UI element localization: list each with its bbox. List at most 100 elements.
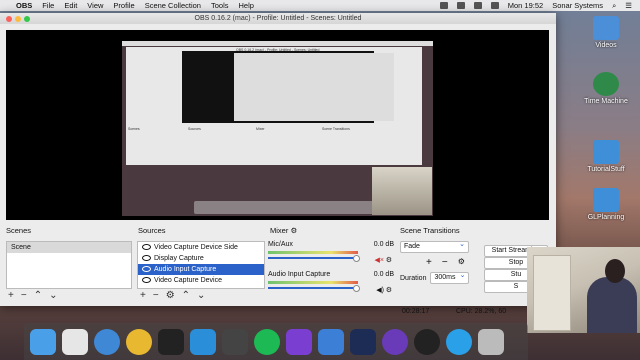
- scene-down-icon[interactable]: ⌄: [49, 290, 57, 302]
- wifi-icon[interactable]: [456, 2, 465, 9]
- slider-handle[interactable]: [353, 285, 360, 292]
- remove-source-icon[interactable]: −: [153, 290, 159, 302]
- source-item-video-capture-side[interactable]: Video Capture Device Side: [138, 242, 264, 253]
- scenes-list[interactable]: Scene: [6, 241, 132, 289]
- source-label: Video Capture Device Side: [154, 244, 238, 251]
- obs-window: OBS 0.16.2 (mac) - Profile: Untitled - S…: [0, 13, 556, 315]
- add-transition-icon[interactable]: +: [426, 257, 432, 268]
- channel-gear-icon[interactable]: ⚙: [386, 256, 392, 264]
- mixer-channel-header: Audio Input Capture 0.0 dB: [268, 271, 394, 278]
- eye-icon[interactable]: [142, 277, 151, 284]
- preview-desktop: OBS 0.16.2 (mac) - Profile: Untitled - S…: [122, 41, 433, 216]
- source-settings-gear-icon[interactable]: ⚙: [166, 290, 175, 302]
- webcam-door: [533, 255, 571, 331]
- volume-meter: [268, 281, 358, 284]
- transitions-panel: Fade + − ⚙ Duration 300ms: [400, 240, 480, 284]
- speaker-icon[interactable]: ◀): [376, 286, 384, 294]
- desktop-icon-tutorialstuff[interactable]: TutorialStuff: [576, 140, 636, 173]
- scenes-toolbar: + − ⌃ ⌄: [8, 290, 57, 302]
- add-source-icon[interactable]: +: [140, 290, 146, 302]
- menu-file[interactable]: File: [42, 1, 54, 10]
- eye-icon[interactable]: [142, 266, 151, 273]
- volume-slider[interactable]: [268, 285, 360, 292]
- source-label: Display Capture: [154, 255, 204, 262]
- safari-icon[interactable]: [94, 328, 120, 355]
- webcam-person: [587, 277, 637, 333]
- finder-icon[interactable]: [30, 328, 56, 355]
- github-icon[interactable]: [382, 328, 408, 355]
- scenes-title: Scenes: [6, 226, 32, 235]
- menu-help[interactable]: Help: [239, 1, 254, 10]
- status-icon[interactable]: [439, 2, 448, 9]
- transition-gear-icon[interactable]: ⚙: [458, 257, 465, 268]
- sources-toolbar: + − ⚙ ⌃ ⌄: [140, 290, 205, 302]
- imovie-icon[interactable]: [286, 328, 312, 355]
- desktop-icon-glplanning[interactable]: GLPlanning: [576, 188, 636, 221]
- app-menu[interactable]: OBS: [16, 1, 32, 10]
- source-item-display-capture[interactable]: Display Capture: [138, 253, 264, 264]
- trash-icon[interactable]: [478, 328, 504, 355]
- app-icon[interactable]: [190, 328, 216, 355]
- battery-icon[interactable]: [490, 2, 499, 9]
- remove-scene-icon[interactable]: −: [21, 290, 27, 302]
- source-item-audio-input[interactable]: Audio Input Capture: [138, 264, 264, 275]
- source-item-video-capture[interactable]: Video Capture Device: [138, 275, 264, 286]
- calendar-icon[interactable]: [222, 328, 248, 355]
- duration-field[interactable]: 300ms: [430, 271, 470, 284]
- menu-scene-collection[interactable]: Scene Collection: [145, 1, 201, 10]
- eye-icon[interactable]: [142, 244, 151, 251]
- sources-list[interactable]: Video Capture Device Side Display Captur…: [137, 241, 265, 289]
- preview-nested-mixer: Mixer: [256, 127, 265, 131]
- mixer-title: Mixer ⚙: [270, 226, 297, 235]
- preview-webcam: [372, 167, 432, 215]
- speaker-icon[interactable]: ◀×: [375, 256, 384, 264]
- chrome-icon[interactable]: [126, 328, 152, 355]
- photoshop-icon[interactable]: [350, 328, 376, 355]
- desktop-icon-label: GLPlanning: [587, 214, 625, 221]
- desktop-icon-time-machine[interactable]: Time Machine: [576, 72, 636, 105]
- slack-icon[interactable]: [62, 328, 88, 355]
- xcode-icon[interactable]: [318, 328, 344, 355]
- transition-select[interactable]: Fade: [400, 240, 469, 253]
- close-button[interactable]: [6, 16, 12, 22]
- mixer-channel-name: Audio Input Capture: [268, 271, 331, 278]
- menu-tools[interactable]: Tools: [211, 1, 229, 10]
- sources-title: Sources: [138, 226, 166, 235]
- menu-list-icon[interactable]: ☰: [625, 1, 632, 10]
- user-name[interactable]: Sonar Systems: [552, 1, 603, 10]
- terminal-icon[interactable]: [158, 328, 184, 355]
- channel-gear-icon[interactable]: ⚙: [386, 286, 392, 294]
- scene-up-icon[interactable]: ⌃: [34, 290, 42, 302]
- remove-transition-icon[interactable]: −: [442, 257, 448, 268]
- mixer-channel-mic: Mic/Aux 0.0 dB ◀× ⚙: [268, 241, 394, 269]
- desktop-icon-videos[interactable]: Videos: [576, 16, 636, 49]
- spotify-icon[interactable]: [254, 328, 280, 355]
- skype-icon[interactable]: [446, 328, 472, 355]
- mixer-channel-name: Mic/Aux: [268, 241, 293, 248]
- minimize-button[interactable]: [15, 16, 21, 22]
- menu-edit[interactable]: Edit: [64, 1, 77, 10]
- preview-canvas[interactable]: OBS 0.16.2 (mac) - Profile: Untitled - S…: [6, 30, 549, 220]
- preview-nested-scenes: Scenes: [128, 127, 140, 131]
- mixer-channel-header: Mic/Aux 0.0 dB: [268, 241, 394, 248]
- zoom-button[interactable]: [24, 16, 30, 22]
- menu-profile[interactable]: Profile: [113, 1, 134, 10]
- drive-icon: [593, 16, 619, 40]
- clock[interactable]: Mon 19:52: [508, 1, 543, 10]
- menu-view[interactable]: View: [87, 1, 103, 10]
- obs-icon[interactable]: [414, 328, 440, 355]
- source-up-icon[interactable]: ⌃: [182, 290, 190, 302]
- volume-meter: [268, 251, 358, 254]
- scene-item[interactable]: Scene: [7, 242, 131, 253]
- window-titlebar[interactable]: OBS 0.16.2 (mac) - Profile: Untitled - S…: [0, 13, 556, 24]
- volume-slider[interactable]: [268, 255, 360, 262]
- volume-icon[interactable]: [473, 2, 482, 9]
- preview-nested-canvas: [182, 51, 394, 123]
- source-down-icon[interactable]: ⌄: [197, 290, 205, 302]
- slider-handle[interactable]: [353, 255, 360, 262]
- mixer-gear-icon[interactable]: ⚙: [290, 226, 297, 235]
- spotlight-icon[interactable]: ⌕: [612, 1, 616, 11]
- folder-icon: [593, 140, 619, 164]
- add-scene-icon[interactable]: +: [8, 290, 14, 302]
- eye-icon[interactable]: [142, 255, 151, 262]
